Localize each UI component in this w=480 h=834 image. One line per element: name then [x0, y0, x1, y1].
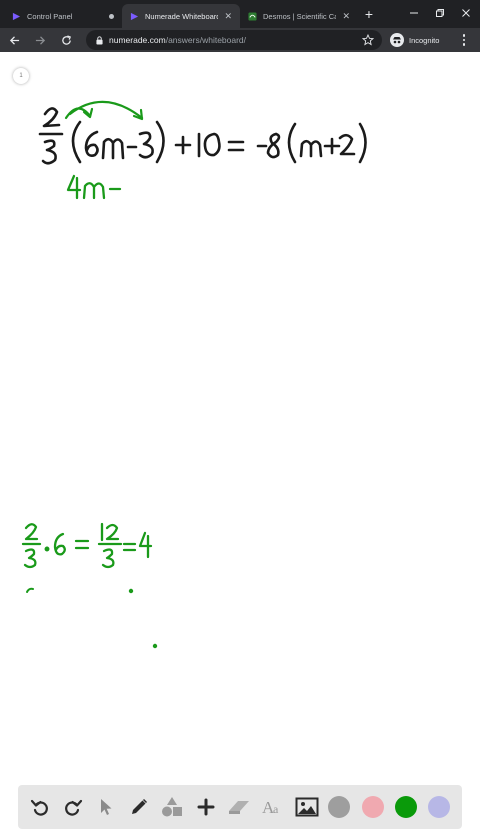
ink-dot	[152, 643, 158, 649]
ink-stroke	[68, 100, 144, 120]
ink-stroke	[24, 523, 39, 541]
image-button[interactable]	[293, 793, 321, 821]
ink-stroke	[358, 122, 367, 164]
tab-label: Numerade Whiteboard	[145, 11, 219, 21]
ink-stroke	[82, 182, 106, 200]
ink-stroke	[138, 131, 154, 159]
color-swatch-gray[interactable]	[328, 796, 350, 818]
eraser-icon	[229, 801, 249, 814]
lock-icon	[96, 35, 103, 44]
pen-icon	[132, 798, 148, 814]
handwriting-layer	[21, 100, 367, 649]
address-bar[interactable]: numerade.com/answers/whiteboard/	[86, 30, 382, 50]
ink-stroke	[41, 139, 57, 165]
tab-label: Control Panel	[27, 11, 73, 21]
pointer-icon	[101, 799, 112, 815]
numerade-favicon-icon	[12, 12, 21, 20]
ink-stroke	[42, 107, 61, 128]
browser-toolbar: numerade.com/answers/whiteboard/ Incogni…	[0, 28, 480, 52]
add-icon	[197, 798, 215, 816]
ink-stroke	[26, 587, 34, 593]
whiteboard-toolbar: Aa	[18, 785, 462, 829]
shapes-icon	[162, 797, 182, 817]
forward-button[interactable]	[32, 32, 48, 48]
ink-stroke	[53, 532, 66, 556]
svg-text:a: a	[273, 802, 279, 816]
close-window-icon[interactable]	[458, 6, 474, 20]
ink-stroke	[323, 137, 341, 155]
ink-stroke	[122, 542, 137, 552]
ink-stroke	[138, 531, 153, 559]
ink-stroke	[155, 120, 165, 164]
ink-stroke	[105, 523, 120, 541]
ink-stroke	[203, 132, 221, 157]
incognito-icon	[390, 33, 404, 47]
arrow-left-icon	[9, 35, 19, 45]
redo-icon	[65, 799, 83, 816]
ink-stroke	[84, 130, 99, 157]
side-work-ink	[21, 522, 153, 569]
image-icon	[295, 797, 319, 817]
ink-dot	[128, 588, 134, 594]
ink-stroke	[174, 135, 192, 155]
ink-dot	[44, 546, 50, 552]
step-1-ink	[66, 174, 122, 200]
redo-button[interactable]	[59, 793, 87, 821]
undo-button[interactable]	[26, 793, 54, 821]
bookmark-star-icon[interactable]	[362, 34, 374, 46]
numerade-favicon-icon	[130, 12, 139, 20]
url-path: /answers/whiteboard/	[165, 35, 247, 45]
pointer-button[interactable]	[92, 793, 120, 821]
tab-audio-dot-icon[interactable]	[109, 13, 114, 19]
text-icon: Aa	[262, 798, 279, 816]
undo-icon	[30, 799, 48, 816]
tab-control-panel[interactable]: Control Panel	[4, 4, 122, 28]
ink-stroke	[74, 539, 90, 550]
back-button[interactable]	[6, 32, 22, 48]
pen-button[interactable]	[125, 793, 153, 821]
add-button[interactable]	[192, 793, 220, 821]
ink-stroke	[266, 132, 281, 159]
reload-icon	[61, 34, 71, 45]
eraser-button[interactable]	[225, 793, 253, 821]
minimize-icon[interactable]	[406, 6, 422, 20]
browser-tab-bar: Control Panel Numerade Whiteboard ✕ Desm…	[0, 0, 480, 28]
ink-stroke	[23, 548, 37, 569]
address-url: numerade.com/answers/whiteboard/	[109, 35, 246, 45]
tab-desmos[interactable]: Desmos | Scientific Calcula ✕	[240, 4, 358, 28]
reload-button[interactable]	[58, 32, 74, 48]
tab-close-icon[interactable]: ✕	[224, 11, 232, 22]
text-button[interactable]: Aa	[258, 793, 286, 821]
shapes-button[interactable]	[158, 793, 186, 821]
ink-stroke	[299, 139, 323, 158]
restore-icon[interactable]	[432, 6, 448, 20]
ink-stroke	[101, 137, 125, 160]
stray-marks	[26, 587, 158, 649]
color-swatch-pink[interactable]	[362, 796, 384, 818]
url-domain: numerade.com	[109, 35, 166, 45]
new-tab-button[interactable]: +	[362, 6, 376, 22]
ink-stroke	[227, 140, 245, 152]
tab-numerade-whiteboard[interactable]: Numerade Whiteboard ✕	[122, 4, 240, 28]
incognito-profile[interactable]: Incognito	[390, 31, 439, 49]
incognito-label: Incognito	[409, 35, 440, 45]
arrow-right-icon	[35, 35, 45, 45]
distribute-arrows	[64, 100, 144, 121]
browser-menu-icon[interactable]	[458, 32, 470, 48]
tab-close-icon[interactable]: ✕	[342, 11, 350, 22]
ink-stroke	[71, 120, 82, 164]
ink-stroke	[66, 174, 82, 200]
whiteboard-canvas[interactable]: 1	[0, 52, 480, 834]
ink-stroke	[287, 122, 297, 164]
desmos-favicon-icon	[248, 11, 257, 21]
tab-label: Desmos | Scientific Calcula	[263, 11, 337, 21]
ink-stroke	[338, 133, 356, 156]
color-swatch-green[interactable]	[395, 796, 417, 818]
ink-stroke	[101, 548, 115, 569]
color-swatch-lavender[interactable]	[428, 796, 450, 818]
